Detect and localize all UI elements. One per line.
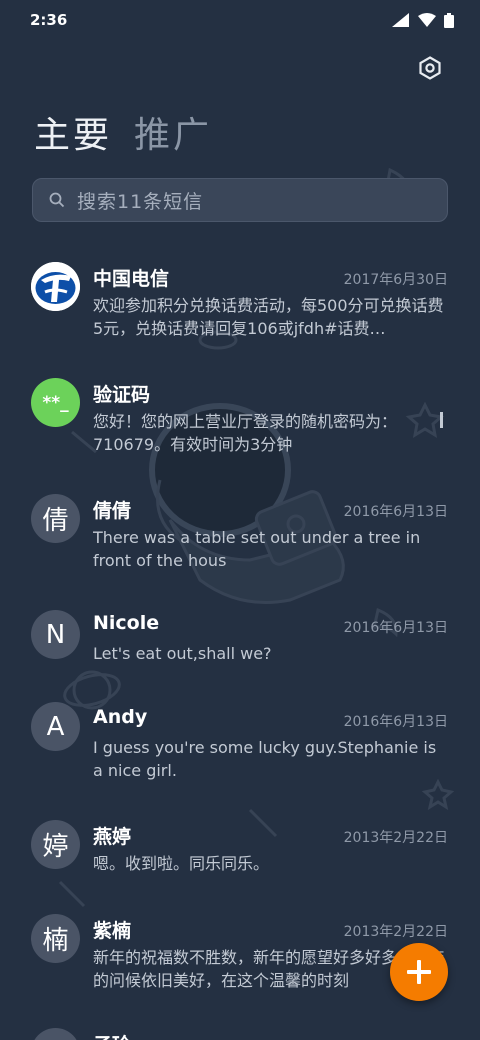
avatar: N	[31, 610, 80, 659]
avatar: 楠	[31, 914, 80, 963]
tab-promotions[interactable]: 推广	[134, 106, 212, 158]
compose-button[interactable]	[390, 943, 448, 1001]
message-date: 2017年6月30日	[343, 272, 448, 288]
signal-icon	[392, 13, 409, 27]
wifi-icon	[418, 13, 436, 27]
conversation-item[interactable]: A Andy 2016年6月13日 I guess you're some lu…	[0, 692, 480, 808]
avatar-initial: **_	[42, 392, 69, 413]
avatar: 倩	[31, 494, 80, 543]
contact-name: 紫楠	[93, 920, 132, 942]
message-preview: 欢迎参加积分兑换话费活动，每500分可兑换话费5元，兑换话费请回复106或jfd…	[93, 296, 444, 338]
message-date: 2013年2月22日	[343, 924, 448, 940]
battery-icon	[444, 12, 454, 28]
status-icons	[392, 12, 454, 28]
conversation-item[interactable]: 倩 倩倩 2016年6月13日 There was a table set ou…	[0, 482, 480, 598]
message-preview: Let's eat out,shall we?	[93, 644, 272, 663]
search-input[interactable]: 搜索11条短信	[32, 178, 448, 222]
avatar-initial: A	[46, 711, 65, 742]
conversation-item[interactable]: 中国电信 2017年6月30日 欢迎参加积分兑换话费活动，每500分可兑换话费5…	[0, 250, 480, 366]
message-preview: I guess you're some lucky guy.Stephanie …	[93, 738, 437, 780]
contact-name: Andy	[93, 706, 148, 728]
message-date: 2016年6月13日	[343, 714, 448, 730]
status-bar: 2:36	[0, 0, 480, 40]
settings-button[interactable]	[414, 52, 446, 84]
gear-icon	[419, 56, 441, 80]
plus-icon	[407, 960, 431, 984]
avatar: **_	[31, 378, 80, 427]
message-date: 2013年2月22日	[343, 830, 448, 846]
conversation-item[interactable]: 婷 燕婷 2013年2月22日 嗯。收到啦。同乐同乐。	[0, 808, 480, 902]
avatar	[31, 1028, 80, 1040]
status-time: 2:36	[30, 11, 68, 29]
avatar-initial: N	[45, 619, 66, 650]
conversation-item[interactable]: N Nicole 2016年6月13日 Let's eat out,shall …	[0, 598, 480, 692]
search-placeholder: 搜索11条短信	[77, 190, 204, 213]
contact-name: 倩倩	[93, 500, 132, 522]
tab-bar: 主要 推广	[34, 106, 212, 158]
message-preview: There was a table set out under a tree i…	[93, 528, 421, 570]
avatar-initial: 婷	[42, 832, 69, 862]
scroll-indicator	[440, 412, 443, 428]
message-date: 2016年6月13日	[343, 504, 448, 520]
avatar-initial: 倩	[42, 506, 69, 536]
conversation-item[interactable]: **_ 验证码 您好！您的网上营业厅登录的随机密码为：710679。有效时间为3…	[0, 366, 480, 482]
avatar: A	[31, 702, 80, 751]
search-icon	[49, 192, 65, 208]
contact-name: 子玲	[93, 1030, 131, 1040]
china-telecom-logo-icon	[31, 262, 80, 311]
contact-name: 燕婷	[93, 826, 132, 848]
avatar: 婷	[31, 820, 80, 869]
message-preview: 嗯。收到啦。同乐同乐。	[93, 854, 270, 873]
contact-name: Nicole	[93, 612, 160, 634]
contact-name: 验证码	[93, 384, 151, 406]
message-date: 2016年6月13日	[343, 620, 448, 636]
message-preview: 您好！您的网上营业厅登录的随机密码为：710679。有效时间为3分钟	[93, 412, 398, 454]
tab-primary[interactable]: 主要	[34, 106, 112, 158]
contact-name: 中国电信	[93, 268, 170, 290]
conversation-item[interactable]: 子玲	[0, 1018, 480, 1040]
avatar-initial: 楠	[42, 926, 69, 956]
